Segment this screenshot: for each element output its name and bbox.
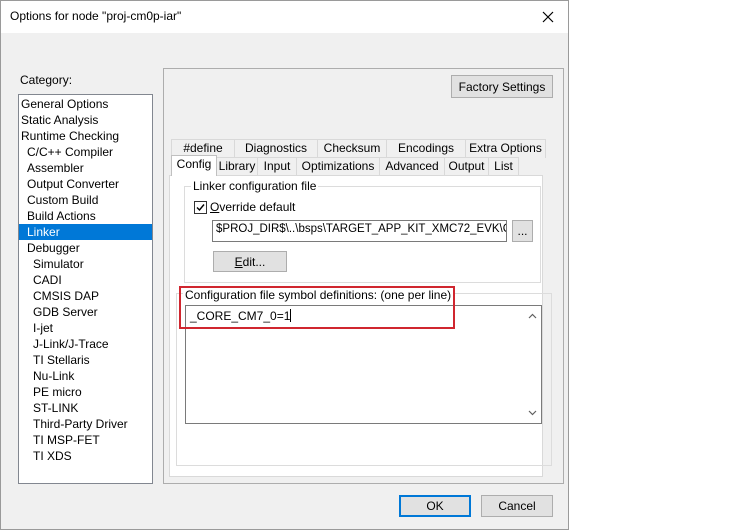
category-item[interactable]: Output Converter <box>19 176 152 192</box>
category-list[interactable]: General Options Static Analysis Runtime Ch… <box>18 94 153 484</box>
category-item[interactable]: TI XDS <box>19 448 152 464</box>
category-item[interactable]: Custom Build <box>19 192 152 208</box>
category-item[interactable]: CADI <box>19 272 152 288</box>
category-item[interactable]: ST-LINK <box>19 400 152 416</box>
category-item[interactable]: PE micro <box>19 384 152 400</box>
category-item[interactable]: Static Analysis <box>19 112 152 128</box>
category-item[interactable]: Linker <box>19 224 152 240</box>
options-dialog: Options for node "proj-cm0p-iar" Categor… <box>0 0 569 530</box>
edit-button[interactable]: Edit... <box>213 251 287 272</box>
tab-row-back: #define Diagnostics Checksum Encodings Extra… <box>171 139 546 158</box>
category-item[interactable]: Runtime Checking <box>19 128 152 144</box>
close-button[interactable] <box>531 5 565 29</box>
tab-checksum[interactable]: Checksum <box>317 139 387 158</box>
tab-list[interactable]: List <box>488 157 519 176</box>
category-item[interactable]: Simulator <box>19 256 152 272</box>
tab-diagnostics[interactable]: Diagnostics <box>234 139 318 158</box>
close-icon <box>542 11 554 23</box>
category-item[interactable]: TI Stellaris <box>19 352 152 368</box>
category-item[interactable]: Third-Party Driver <box>19 416 152 432</box>
tab-input[interactable]: Input <box>257 157 297 176</box>
category-item[interactable]: Debugger <box>19 240 152 256</box>
category-item[interactable]: I-jet <box>19 320 152 336</box>
tab-optimizations[interactable]: Optimizations <box>296 157 380 176</box>
title-bar: Options for node "proj-cm0p-iar" <box>1 1 568 33</box>
linker-config-group-label: Linker configuration file <box>191 179 319 193</box>
tab-output[interactable]: Output <box>444 157 489 176</box>
highlight-box <box>179 286 455 329</box>
window-title: Options for node "proj-cm0p-iar" <box>10 9 182 23</box>
scroll-up-icon[interactable] <box>528 312 537 321</box>
tab-encodings[interactable]: Encodings <box>386 139 466 158</box>
tab-config[interactable]: Config <box>171 155 217 176</box>
ok-button[interactable]: OK <box>399 495 471 517</box>
category-item[interactable]: Nu-Link <box>19 368 152 384</box>
category-item[interactable]: GDB Server <box>19 304 152 320</box>
config-file-path-input[interactable]: $PROJ_DIR$\..\bsps\TARGET_APP_KIT_XMC72_… <box>212 220 507 242</box>
category-item[interactable]: TI MSP-FET <box>19 432 152 448</box>
scroll-down-icon[interactable] <box>528 408 537 417</box>
cancel-button[interactable]: Cancel <box>481 495 553 517</box>
category-item[interactable]: CMSIS DAP <box>19 288 152 304</box>
category-item[interactable]: Assembler <box>19 160 152 176</box>
category-item[interactable]: Build Actions <box>19 208 152 224</box>
factory-settings-button[interactable]: Factory Settings <box>451 75 553 98</box>
category-item[interactable]: General Options <box>19 96 152 112</box>
tab-advanced[interactable]: Advanced <box>379 157 445 176</box>
category-label: Category: <box>20 73 73 87</box>
tab-library[interactable]: Library <box>216 157 258 176</box>
tab-extra-options[interactable]: Extra Options <box>465 139 546 158</box>
browse-button[interactable]: ... <box>512 220 533 242</box>
checkmark-icon <box>196 204 205 212</box>
override-default-label: Override default <box>210 200 296 214</box>
symbol-defs-scrollbar[interactable] <box>524 306 541 423</box>
override-default-checkbox[interactable] <box>194 201 207 214</box>
category-item[interactable]: C/C++ Compiler <box>19 144 152 160</box>
category-item[interactable]: J-Link/J-Trace <box>19 336 152 352</box>
